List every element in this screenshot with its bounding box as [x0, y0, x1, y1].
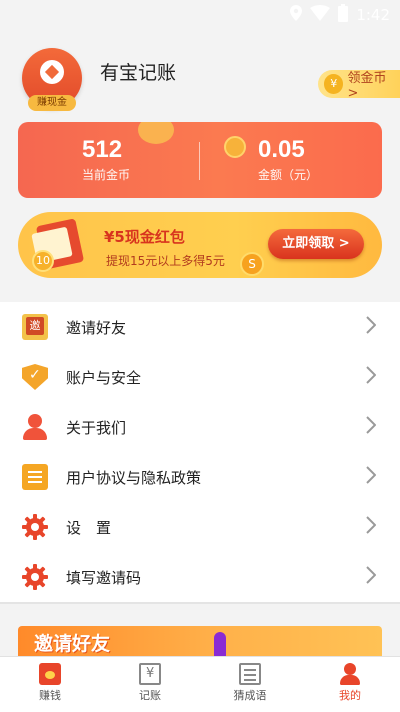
status-bar: 1:42 [0, 0, 400, 28]
coin-decoration-icon [224, 136, 246, 158]
chevron-right-icon [366, 316, 377, 337]
menu-item-invite-friends[interactable]: 邀请好友 [0, 302, 400, 352]
amount-stat: 0.05 金额（元） [258, 136, 318, 183]
tab-label: 赚钱 [39, 689, 61, 702]
bottom-tab-bar: 赚钱 记账 猜成语 我的 [0, 656, 400, 712]
chevron-right-icon [366, 466, 377, 487]
tab-label: 记账 [139, 689, 161, 702]
tab-ledger[interactable]: 记账 [100, 657, 200, 712]
person-icon [339, 663, 361, 685]
red-packet-subtitle: 提现15元以上多得5元 [106, 254, 225, 268]
chevron-right-icon [366, 566, 377, 587]
menu-item-label: 填写邀请码 [66, 569, 142, 587]
wifi-icon [310, 5, 331, 25]
red-envelope-icon: 10 [31, 216, 86, 272]
menu-item-label: 设 置 [66, 519, 112, 537]
tab-me[interactable]: 我的 [300, 657, 400, 712]
chevron-right-icon [366, 416, 377, 437]
coins-label: 当前金币 [82, 168, 131, 182]
status-time: 1:42 [356, 6, 390, 24]
chevron-right-icon [366, 516, 377, 537]
tab-label: 我的 [339, 689, 361, 702]
yen-coin-icon: ¥ [324, 74, 344, 94]
menu-item-label: 邀请好友 [66, 319, 127, 337]
tab-guess-idiom[interactable]: 猜成语 [200, 657, 300, 712]
balance-card[interactable]: 512 当前金币 0.05 金额（元） [18, 122, 382, 198]
ledger-icon [139, 663, 161, 685]
menu-item-label: 关于我们 [66, 419, 127, 437]
menu-item-account-security[interactable]: 账户与安全 [0, 352, 400, 402]
gear-icon [22, 564, 48, 590]
get-coins-label: 领金币 > [347, 71, 387, 101]
document-icon [22, 464, 48, 490]
s-coin-icon: S [240, 252, 264, 276]
tab-earn[interactable]: 赚钱 [0, 657, 100, 712]
rp-coin: 10 [32, 250, 54, 272]
settings-menu: 邀请好友 账户与安全 关于我们 用户协议与隐私政策 设 置 [0, 302, 400, 602]
menu-item-label: 用户协议与隐私政策 [66, 469, 202, 487]
red-packet-banner[interactable]: 10 ¥5现金红包 提现15元以上多得5元 S 立即领取 > [18, 212, 382, 278]
invite-icon [22, 314, 48, 340]
shield-icon [22, 364, 48, 390]
status-icons: 1:42 [290, 4, 390, 26]
amount-label: 金额（元） [258, 168, 319, 182]
amount-value: 0.05 [258, 136, 305, 163]
invite-friends-banner[interactable]: 邀请好友 [18, 626, 382, 656]
idiom-book-icon [239, 663, 261, 685]
profile-header: 赚现金 有宝记账 ¥ 领金币 > [0, 40, 400, 120]
menu-item-label: 账户与安全 [66, 369, 142, 387]
avatar[interactable]: 赚现金 [22, 48, 82, 111]
coin-decoration-icon [138, 122, 174, 144]
menu-item-enter-invite-code[interactable]: 填写邀请码 [0, 552, 400, 602]
divider [0, 602, 400, 604]
person-figure-icon [214, 632, 226, 656]
menu-item-about-us[interactable]: 关于我们 [0, 402, 400, 452]
gear-icon [22, 514, 48, 540]
tab-label: 猜成语 [233, 689, 267, 702]
avatar-badge: 赚现金 [28, 95, 76, 111]
chevron-right-icon [366, 366, 377, 387]
red-envelope-icon [39, 663, 61, 685]
claim-now-button[interactable]: 立即领取 > [268, 229, 364, 259]
person-icon [22, 414, 48, 440]
coin-icon [40, 60, 64, 84]
app-name: 有宝记账 [100, 62, 177, 84]
battery-icon [338, 4, 349, 26]
get-coins-button[interactable]: ¥ 领金币 > [318, 70, 400, 101]
divider [199, 142, 200, 180]
coins-stat: 512 当前金币 [82, 136, 130, 183]
menu-item-user-agreement[interactable]: 用户协议与隐私政策 [0, 452, 400, 502]
location-icon [290, 5, 303, 25]
menu-item-settings[interactable]: 设 置 [0, 502, 400, 552]
coins-value: 512 [82, 136, 123, 163]
red-packet-title: ¥5现金红包 [104, 228, 185, 246]
banner-title: 邀请好友 [34, 633, 111, 655]
